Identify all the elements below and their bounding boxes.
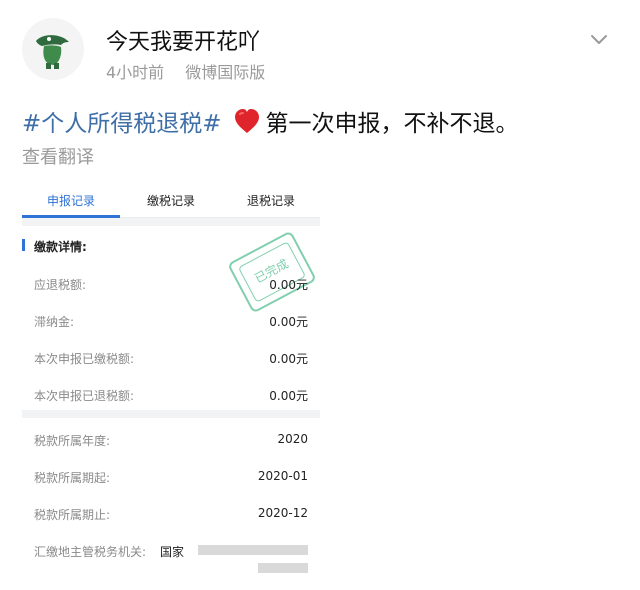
late-fee-value: 0.00元 bbox=[269, 315, 308, 329]
avatar[interactable] bbox=[22, 18, 84, 80]
chevron-down-icon[interactable] bbox=[588, 28, 610, 50]
tab-declaration-records[interactable]: 申报记录 bbox=[22, 192, 120, 209]
paid-tax-value: 0.00元 bbox=[269, 352, 308, 366]
tax-authority-label: 汇缴地主管税务机关: bbox=[34, 545, 147, 559]
tax-authority-value: 国家 bbox=[159, 545, 184, 559]
refunded-tax-label: 本次申报已退税额: bbox=[34, 389, 135, 403]
paid-tax-label: 本次申报已缴税额: bbox=[34, 352, 135, 366]
tax-year-label: 税款所属年度: bbox=[34, 434, 111, 448]
section-accent-bar bbox=[22, 239, 25, 251]
tax-year-value: 2020 bbox=[277, 432, 308, 446]
redacted-authority-name bbox=[198, 545, 308, 555]
period-end-label: 税款所属期止: bbox=[34, 508, 111, 522]
post-text: 第一次申报，不补不退。 bbox=[265, 111, 519, 137]
tab-tax-payment-records[interactable]: 缴税记录 bbox=[122, 192, 220, 209]
refund-amount-label: 应退税额: bbox=[34, 278, 87, 292]
post-meta: 4小时前 微博国际版 bbox=[106, 59, 265, 83]
redacted-authority-name-line-2 bbox=[258, 563, 308, 573]
section-title: 缴款详情: bbox=[34, 240, 87, 254]
late-fee-label: 滞纳金: bbox=[34, 315, 75, 329]
period-start-label: 税款所属期起: bbox=[34, 471, 111, 485]
section-gap-top bbox=[22, 218, 320, 226]
refunded-tax-value: 0.00元 bbox=[269, 389, 308, 403]
post-username[interactable]: 今天我要开花吖 bbox=[106, 24, 260, 56]
crocodile-avatar-icon bbox=[22, 18, 84, 80]
heart-icon bbox=[232, 107, 262, 135]
period-start-value: 2020-01 bbox=[257, 469, 308, 483]
translate-link[interactable]: 查看翻译 bbox=[22, 143, 94, 169]
section-gap-middle bbox=[22, 410, 320, 418]
tabs: 申报记录 缴税记录 退税记录 bbox=[22, 182, 320, 218]
tax-record-card: 申报记录 缴税记录 退税记录 缴款详情: 已完成 应退税额: 0.00元 滞纳金… bbox=[22, 182, 320, 577]
hashtag-link[interactable]: #个人所得税退税# bbox=[22, 104, 222, 138]
tab-refund-records[interactable]: 退税记录 bbox=[222, 192, 320, 209]
completed-stamp: 已完成 bbox=[227, 230, 317, 314]
refund-amount-value: 0.00元 bbox=[269, 278, 308, 292]
period-end-value: 2020-12 bbox=[257, 506, 308, 520]
post-source[interactable]: 微博国际版 bbox=[185, 63, 265, 82]
post-time: 4小时前 bbox=[106, 63, 165, 82]
post-body: #个人所得税退税# 第一次申报，不补不退。 bbox=[22, 104, 519, 138]
post-header: 今天我要开花吖 4小时前 微博国际版 bbox=[0, 0, 640, 92]
